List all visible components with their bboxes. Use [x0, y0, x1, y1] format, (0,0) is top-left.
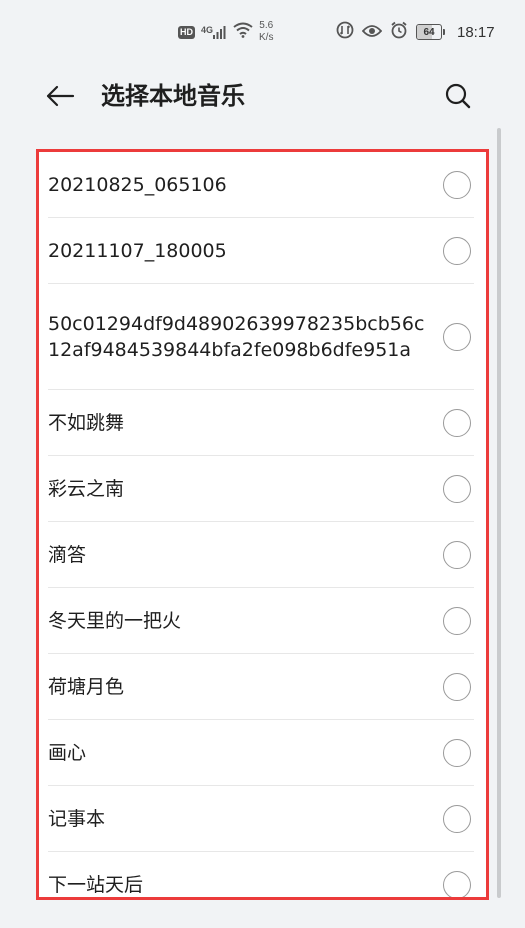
- select-radio[interactable]: [443, 870, 471, 897]
- music-item-label: 记事本: [48, 807, 106, 830]
- battery-level: 64: [423, 26, 435, 38]
- select-radio[interactable]: [443, 474, 471, 503]
- back-arrow-icon: [46, 85, 75, 107]
- music-list-item[interactable]: 画心: [48, 720, 474, 786]
- select-radio[interactable]: [443, 236, 471, 265]
- music-item-label: 彩云之南: [48, 477, 125, 500]
- search-icon: [445, 83, 471, 109]
- battery-cap: [443, 29, 445, 35]
- app-bar: 选择本地音乐: [0, 64, 525, 128]
- wifi-icon: [233, 22, 253, 42]
- music-item-label: 荷塘月色: [48, 675, 125, 698]
- clock: 18:17: [457, 23, 495, 41]
- battery-icon: 64: [416, 24, 445, 40]
- music-item-label: 滴答: [48, 543, 87, 566]
- music-item-label: 20211107_180005: [48, 239, 227, 262]
- select-radio[interactable]: [443, 672, 471, 701]
- network-type-label: 4G: [201, 25, 214, 35]
- music-list-item[interactable]: 20211107_180005: [48, 218, 474, 284]
- select-radio[interactable]: [443, 804, 471, 833]
- select-radio[interactable]: [443, 322, 471, 351]
- music-list-item[interactable]: 记事本: [48, 786, 474, 852]
- select-radio[interactable]: [443, 170, 471, 199]
- music-list-item[interactable]: 冬天里的一把火: [48, 588, 474, 654]
- select-radio[interactable]: [443, 738, 471, 767]
- music-item-label: 下一站天后: [48, 873, 144, 896]
- status-right-group: 64 18:17: [336, 0, 495, 64]
- music-list-item[interactable]: 50c01294df9d48902639978235bcb56c12af9484…: [48, 284, 474, 390]
- alarm-icon: [390, 21, 408, 43]
- back-button[interactable]: [40, 78, 80, 114]
- music-item-label: 画心: [48, 741, 87, 764]
- status-left-group: HD 4G 5.6 K/s: [178, 0, 273, 64]
- music-item-label: 冬天里的一把火: [48, 609, 182, 632]
- music-item-label: 20210825_065106: [48, 173, 227, 196]
- music-list-panel: 20210825_065106 20211107_180005 50c01294df…: [36, 149, 489, 900]
- music-list-item[interactable]: 荷塘月色: [48, 654, 474, 720]
- select-radio[interactable]: [443, 606, 471, 635]
- search-button[interactable]: [438, 76, 478, 116]
- music-list-item[interactable]: 下一站天后: [48, 852, 474, 897]
- music-item-label: 50c01294df9d48902639978235bcb56c12af9484…: [48, 312, 425, 361]
- status-bar: HD 4G 5.6 K/s 64 18:17: [0, 0, 525, 64]
- network-speed-unit: K/s: [259, 32, 274, 43]
- scrollbar[interactable]: [497, 128, 501, 898]
- battery-body: 64: [416, 24, 442, 40]
- music-list-item[interactable]: 不如跳舞: [48, 390, 474, 456]
- music-list-item[interactable]: 彩云之南: [48, 456, 474, 522]
- page-title: 选择本地音乐: [101, 82, 245, 110]
- network-speed-value: 5.6: [259, 20, 274, 31]
- music-list-item[interactable]: 滴答: [48, 522, 474, 588]
- eye-comfort-icon: [361, 23, 383, 42]
- music-list-item[interactable]: 20210825_065106: [48, 152, 474, 218]
- select-radio[interactable]: [443, 540, 471, 569]
- network-speed: 5.6 K/s: [259, 20, 273, 44]
- hd-badge: HD: [178, 25, 195, 39]
- data-saver-icon: [336, 21, 354, 43]
- music-list: 20210825_065106 20211107_180005 50c01294df…: [39, 152, 486, 897]
- music-item-label: 不如跳舞: [48, 411, 125, 434]
- signal-icon: 4G: [201, 25, 227, 39]
- select-radio[interactable]: [443, 408, 471, 437]
